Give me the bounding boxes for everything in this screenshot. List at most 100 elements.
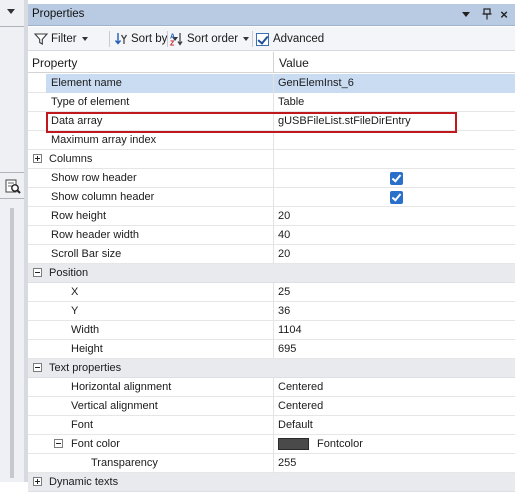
property-row-type-of-element[interactable]: Type of element Table (28, 93, 515, 112)
property-row-font[interactable]: Font Default (28, 416, 515, 435)
property-value[interactable]: Table (278, 96, 304, 108)
property-value[interactable]: 695 (278, 343, 296, 355)
column-divider (273, 131, 274, 150)
property-row-row-header-width[interactable]: Row header width 40 (28, 226, 515, 245)
property-row-vertical-alignment[interactable]: Vertical alignment Centered (28, 397, 515, 416)
panel-title: Properties (32, 8, 85, 20)
property-row-show-row-header[interactable]: Show row header (28, 169, 515, 188)
property-value[interactable]: gUSBFileList.stFileDirEntry (278, 115, 411, 127)
property-category-position[interactable]: Position (28, 264, 515, 283)
toolbar-separator (167, 31, 168, 47)
property-row-scroll-bar-size[interactable]: Scroll Bar size 20 (28, 245, 515, 264)
svg-text:A: A (170, 34, 175, 41)
pin-icon[interactable] (480, 8, 494, 22)
advanced-label: Advanced (273, 33, 325, 45)
sort-order-label: Sort order (187, 33, 239, 45)
sort-by-icon (114, 33, 128, 45)
property-label: Data array (51, 115, 103, 127)
property-label: Show column header (51, 191, 155, 203)
property-value[interactable]: Default (278, 419, 313, 431)
column-divider (273, 93, 274, 112)
property-label: X (71, 286, 79, 298)
property-row-width[interactable]: Width 1104 (28, 321, 515, 340)
left-panel-dropdown-icon[interactable] (7, 9, 15, 14)
property-value[interactable]: 25 (278, 286, 290, 298)
properties-titlebar[interactable]: Properties × (28, 4, 515, 26)
property-value[interactable]: 20 (278, 248, 290, 260)
property-row-y[interactable]: Y 36 (28, 302, 515, 321)
property-value[interactable]: Centered (278, 400, 323, 412)
panel-menu-chevron-down-icon[interactable] (459, 8, 473, 22)
collapse-icon[interactable] (33, 268, 42, 277)
column-header-value[interactable]: Value (279, 56, 309, 70)
column-divider (273, 435, 274, 454)
property-value[interactable]: 255 (278, 457, 296, 469)
property-row-data-array[interactable]: Data array gUSBFileList.stFileDirEntry (28, 112, 515, 131)
left-panel-scrollbar[interactable] (10, 208, 14, 478)
advanced-toggle[interactable]: Advanced (256, 30, 324, 48)
find-icon[interactable] (5, 178, 21, 194)
column-divider[interactable] (273, 52, 274, 73)
property-label: Font (71, 419, 94, 431)
property-value[interactable]: Fontcolor (317, 438, 363, 450)
collapse-icon[interactable] (33, 363, 42, 372)
column-divider (273, 321, 274, 340)
properties-toolbar: Filter Sort by A Z Sort order Advanced (28, 27, 515, 51)
font-color-swatch[interactable] (278, 438, 309, 450)
sort-by-label: Sort by (131, 33, 168, 45)
sort-by-button[interactable]: Sort by (114, 30, 179, 48)
divider (0, 198, 24, 199)
property-label: Width (71, 324, 100, 336)
column-divider (273, 397, 274, 416)
expand-icon[interactable] (33, 154, 42, 163)
column-divider (273, 378, 274, 397)
property-row-height[interactable]: Height 695 (28, 340, 515, 359)
property-value[interactable]: 36 (278, 305, 290, 317)
show-row-header-checkbox[interactable] (390, 172, 403, 185)
property-row-x[interactable]: X 25 (28, 283, 515, 302)
property-value[interactable]: GenElemInst_6 (278, 77, 354, 89)
collapse-icon[interactable] (54, 439, 63, 448)
column-divider (273, 226, 274, 245)
close-icon[interactable]: × (497, 8, 511, 22)
column-divider (273, 150, 274, 169)
sort-az-icon: A Z (170, 33, 183, 47)
filter-button[interactable]: Filter (34, 30, 88, 48)
property-row-font-color[interactable]: Font color Fontcolor (28, 435, 515, 454)
property-row-transparency[interactable]: Transparency 255 (28, 454, 515, 473)
property-label: Show row header (51, 172, 137, 184)
column-divider (273, 340, 274, 359)
property-label: Scroll Bar size (51, 248, 122, 260)
properties-panel: Properties × Filter Sort by A Z Sort ord… (28, 0, 515, 492)
property-value[interactable]: 40 (278, 229, 290, 241)
property-label: Type of element (51, 96, 130, 108)
property-row-row-height[interactable]: Row height 20 (28, 207, 515, 226)
column-divider (273, 245, 274, 264)
property-row-show-column-header[interactable]: Show column header (28, 188, 515, 207)
chevron-down-icon (243, 37, 250, 41)
advanced-checkbox[interactable] (256, 32, 269, 46)
property-row-columns[interactable]: Columns (28, 150, 515, 169)
column-header-property[interactable]: Property (32, 56, 77, 70)
sort-order-button[interactable]: A Z Sort order (170, 30, 250, 48)
property-grid: Property Value Element name GenElemInst_… (28, 52, 515, 492)
property-category-dynamic-texts[interactable]: Dynamic texts (28, 473, 515, 492)
column-divider (273, 416, 274, 435)
toolbar-separator (252, 31, 253, 47)
property-value[interactable]: 1104 (278, 324, 302, 336)
column-divider (273, 302, 274, 321)
property-category-text-properties[interactable]: Text properties (28, 359, 515, 378)
property-value[interactable]: 20 (278, 210, 290, 222)
property-label: Font color (71, 438, 120, 450)
property-row-element-name[interactable]: Element name GenElemInst_6 (28, 74, 515, 93)
divider (0, 26, 24, 27)
property-row-maximum-array-index[interactable]: Maximum array index (28, 131, 515, 150)
column-divider (273, 188, 274, 207)
show-column-header-checkbox[interactable] (390, 191, 403, 204)
property-label: Row height (51, 210, 107, 222)
property-label: Vertical alignment (71, 400, 158, 412)
property-row-horizontal-alignment[interactable]: Horizontal alignment Centered (28, 378, 515, 397)
svg-text:Z: Z (170, 41, 175, 47)
column-divider (273, 74, 274, 93)
property-value[interactable]: Centered (278, 381, 323, 393)
